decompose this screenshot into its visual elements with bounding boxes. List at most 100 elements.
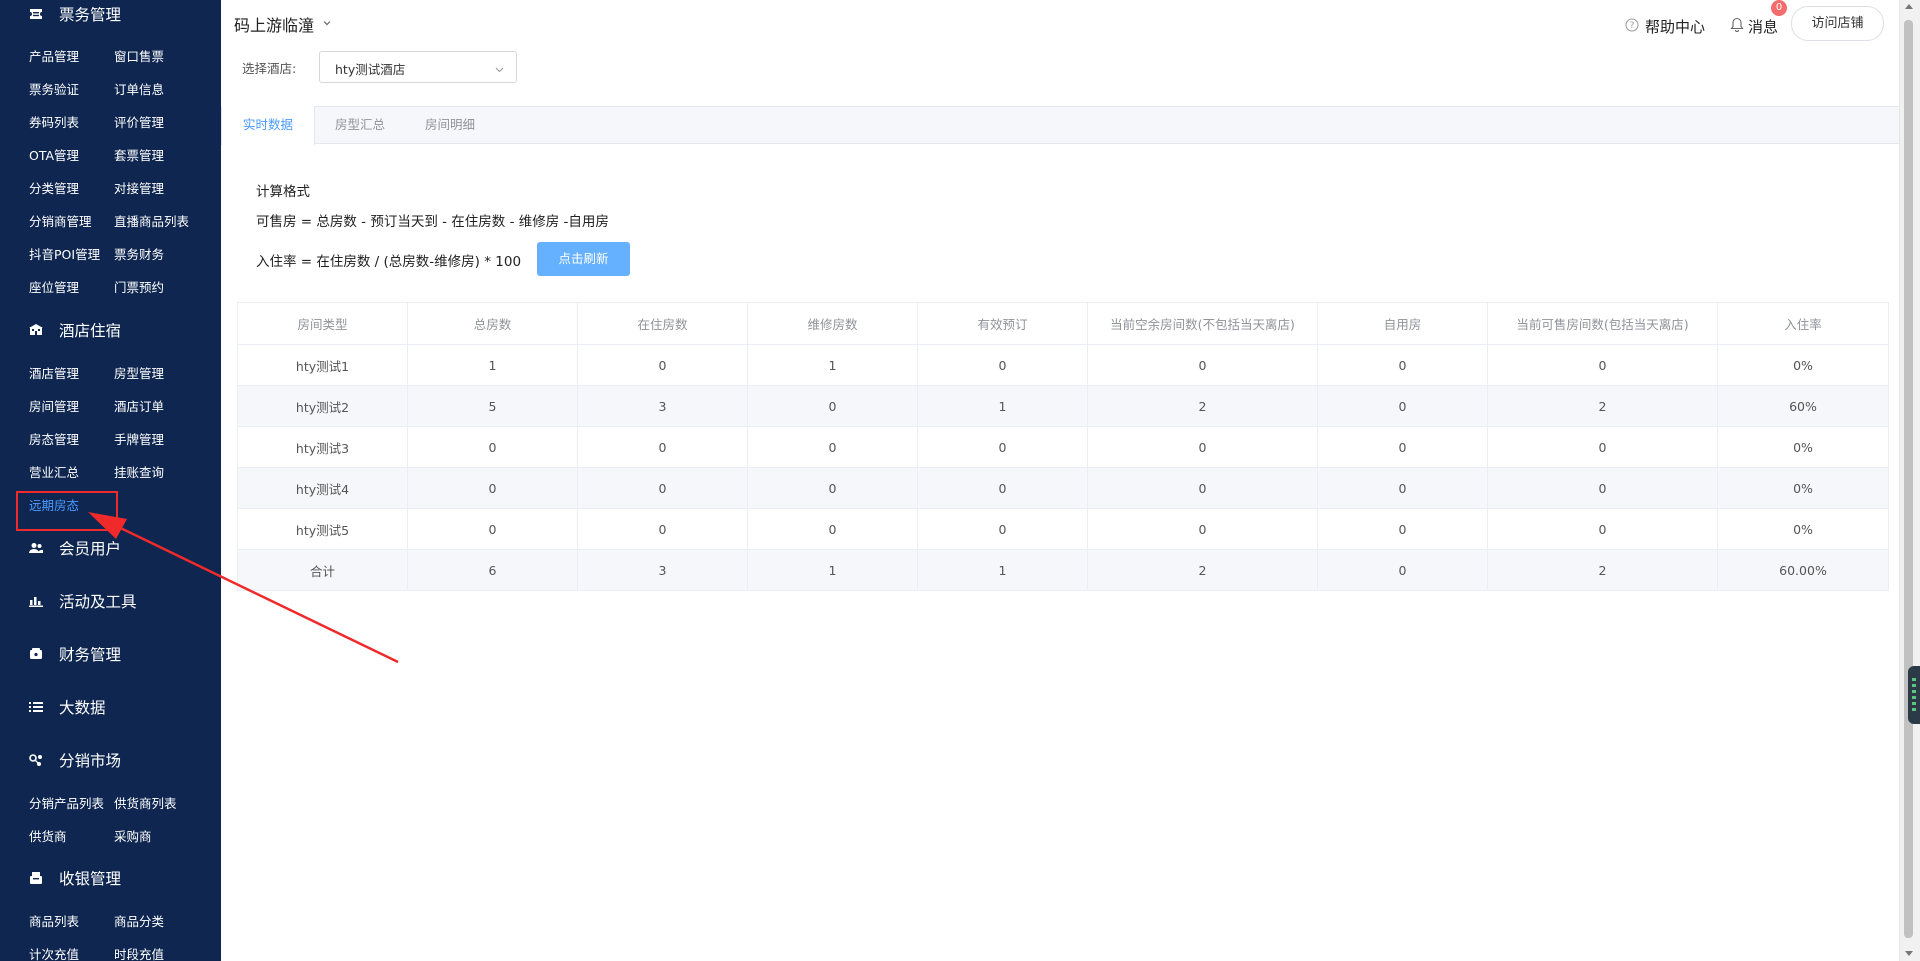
sidebar-item-credit-query[interactable]: 挂账查询 — [114, 465, 164, 481]
sidebar-item-ticket-booking[interactable]: 门票预约 — [114, 280, 164, 296]
question-circle-icon: ? — [1625, 18, 1639, 36]
table-row: hty测试2 5 3 0 1 2 0 2 60% — [237, 385, 1889, 427]
visit-store-button[interactable]: 访问店铺 — [1791, 6, 1884, 41]
sidebar-item-distributor[interactable]: 分销商管理 — [29, 214, 92, 230]
sidebar-item-live-products[interactable]: 直播商品列表 — [114, 214, 189, 230]
users-icon — [29, 542, 43, 554]
sidebar-section-label: 活动及工具 — [59, 593, 137, 611]
table-cell: hty测试4 — [237, 467, 408, 509]
sidebar: 票务管理 产品管理 窗口售票 票务验证 订单信息 券码列表 评价管理 OTA管理… — [0, 0, 221, 961]
table-header-row: 房间类型 总房数 在住房数 维修房数 有效预订 当前空余房间数(不包括当天离店)… — [237, 302, 1889, 345]
sidebar-item-douyin-poi[interactable]: 抖音POI管理 — [29, 247, 100, 263]
sidebar-item-goods-category[interactable]: 商品分类 — [114, 914, 164, 930]
table-cell: 0 — [1487, 344, 1718, 386]
table-cell: 0 — [577, 344, 748, 386]
annotation-highlight-box — [16, 491, 118, 531]
store-name[interactable]: 码上游临潼 — [234, 12, 314, 36]
sidebar-item-seat[interactable]: 座位管理 — [29, 280, 79, 296]
table-cell: 60% — [1717, 385, 1889, 427]
sidebar-section-cashier[interactable]: 收银管理 — [0, 864, 221, 892]
scroll-up-icon[interactable] — [1905, 4, 1913, 9]
table-cell: 0 — [917, 344, 1088, 386]
chevron-down-icon — [495, 63, 504, 73]
sidebar-item-dist-products[interactable]: 分销产品列表 — [29, 796, 104, 812]
sidebar-section-bigdata[interactable]: 大数据 — [0, 693, 221, 721]
sidebar-item-supplier-list[interactable]: 供货商列表 — [114, 796, 177, 812]
table-cell: 0 — [1487, 508, 1718, 550]
share-icon — [29, 754, 43, 766]
table-cell: 0 — [1087, 426, 1318, 468]
table-cell: 0 — [747, 467, 918, 509]
table-cell: 0 — [1087, 508, 1318, 550]
table-row: hty测试3 0 0 0 0 0 0 0 0% — [237, 426, 1889, 468]
table-cell: 1 — [747, 344, 918, 386]
refresh-button[interactable]: 点击刷新 — [537, 242, 630, 276]
sidebar-item-supplier[interactable]: 供货商 — [29, 829, 67, 845]
sidebar-item-review[interactable]: 评价管理 — [114, 115, 164, 131]
sidebar-item-time-recharge[interactable]: 时段充值 — [114, 947, 164, 961]
table-cell: 0 — [747, 508, 918, 550]
sidebar-section-finance[interactable]: 财务管理 — [0, 640, 221, 668]
table-cell: 1 — [407, 344, 578, 386]
sidebar-item-integration[interactable]: 对接管理 — [114, 181, 164, 197]
table-cell: 1 — [917, 549, 1088, 591]
sidebar-item-ticket-verify[interactable]: 票务验证 — [29, 82, 79, 98]
table-cell: 0 — [1087, 344, 1318, 386]
room-data-table: 房间类型 总房数 在住房数 维修房数 有效预订 当前空余房间数(不包括当天离店)… — [237, 302, 1889, 591]
table-cell: 5 — [407, 385, 578, 427]
hotel-select-value: hty测试酒店 — [335, 62, 406, 77]
sidebar-item-room-type[interactable]: 房型管理 — [114, 366, 164, 382]
table-cell: 0 — [577, 508, 748, 550]
table-cell: hty测试1 — [237, 344, 408, 386]
hotel-select[interactable]: hty测试酒店 — [319, 51, 517, 83]
sidebar-item-business-summary[interactable]: 营业汇总 — [29, 465, 79, 481]
sidebar-item-category[interactable]: 分类管理 — [29, 181, 79, 197]
sidebar-item-room-status[interactable]: 房态管理 — [29, 432, 79, 448]
sidebar-item-window-sale[interactable]: 窗口售票 — [114, 49, 164, 65]
sidebar-item-hotel-manage[interactable]: 酒店管理 — [29, 366, 79, 382]
sidebar-item-order-info[interactable]: 订单信息 — [114, 82, 164, 98]
table-cell: 0 — [1317, 549, 1488, 591]
tab-bar: 实时数据 房型汇总 房间明细 — [221, 106, 1899, 145]
sidebar-section-members[interactable]: 会员用户 — [0, 534, 221, 562]
page-scrollbar[interactable] — [1899, 0, 1920, 961]
scroll-down-icon[interactable] — [1905, 951, 1913, 956]
help-center-link[interactable]: ? 帮助中心 — [1625, 16, 1705, 37]
table-cell: 0 — [1317, 426, 1488, 468]
table-cell: 0 — [917, 467, 1088, 509]
sidebar-item-package[interactable]: 套票管理 — [114, 148, 164, 164]
sidebar-section-hotel[interactable]: 酒店住宿 — [0, 316, 221, 344]
tab-room-detail[interactable]: 房间明细 — [405, 106, 495, 144]
tab-room-type-summary[interactable]: 房型汇总 — [315, 106, 405, 144]
sidebar-item-count-recharge[interactable]: 计次充值 — [29, 947, 79, 961]
sidebar-section-label: 酒店住宿 — [59, 322, 122, 340]
sidebar-item-room-manage[interactable]: 房间管理 — [29, 399, 79, 415]
sidebar-item-hotel-orders[interactable]: 酒店订单 — [114, 399, 164, 415]
table-cell: 0% — [1717, 467, 1889, 509]
sidebar-item-goods-list[interactable]: 商品列表 — [29, 914, 79, 930]
sidebar-section-label: 会员用户 — [59, 540, 122, 558]
list-icon — [29, 701, 43, 713]
sidebar-item-product[interactable]: 产品管理 — [29, 49, 79, 65]
table-cell: 合计 — [237, 549, 408, 591]
sidebar-item-ticket-finance[interactable]: 票务财务 — [114, 247, 164, 263]
sidebar-item-coupon-list[interactable]: 券码列表 — [29, 115, 79, 131]
sidebar-item-wristband[interactable]: 手牌管理 — [114, 432, 164, 448]
tab-realtime-data[interactable]: 实时数据 — [221, 106, 315, 145]
sidebar-section-ticket[interactable]: 票务管理 — [0, 0, 221, 28]
sidebar-section-label: 收银管理 — [59, 870, 122, 888]
sidebar-section-activities[interactable]: 活动及工具 — [0, 587, 221, 615]
side-tool-handle[interactable] — [1908, 666, 1920, 724]
scroll-thumb[interactable] — [1904, 20, 1913, 938]
sidebar-item-ota[interactable]: OTA管理 — [29, 148, 79, 164]
table-cell: 0 — [1487, 467, 1718, 509]
column-header: 在住房数 — [577, 302, 748, 345]
sidebar-section-distribution[interactable]: 分销市场 — [0, 746, 221, 774]
chevron-down-icon[interactable] — [323, 16, 331, 26]
sidebar-item-purchaser[interactable]: 采购商 — [114, 829, 152, 845]
messages-link[interactable]: 消息 — [1730, 16, 1778, 37]
cashier-icon — [29, 872, 43, 884]
sidebar-section-label: 大数据 — [59, 699, 106, 717]
wallet-icon — [29, 648, 43, 660]
messages-label: 消息 — [1748, 18, 1779, 36]
